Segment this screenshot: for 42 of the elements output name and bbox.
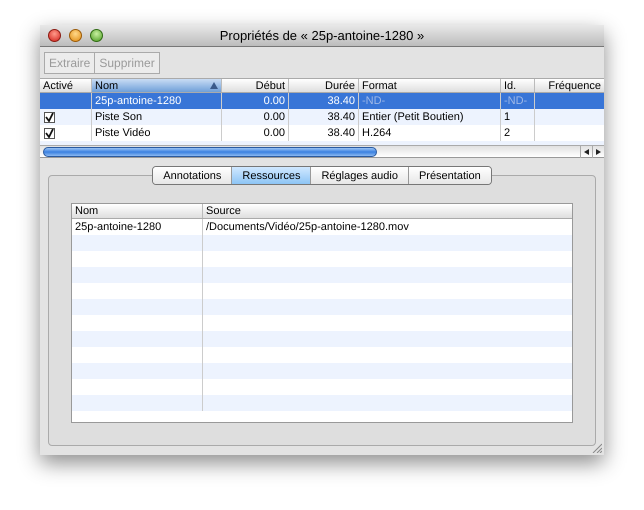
table-cell: 0.00 [264, 111, 285, 123]
table-cell: Piste Son [95, 111, 142, 123]
table-cell: /Documents/Vidéo/25p-antoine-1280.mov [206, 221, 409, 233]
table-cell: 2 [504, 127, 510, 139]
table-cell: -ND- [504, 95, 528, 107]
table-cell: 25p-antoine-1280 [95, 95, 182, 107]
horizontal-scrollbar[interactable] [40, 145, 604, 157]
tab[interactable]: Annotations [153, 167, 232, 184]
checkbox[interactable] [44, 112, 55, 122]
tab[interactable]: Ressources [231, 167, 310, 184]
table-row[interactable]: Piste Son 0.00 38.40 Entier (Petit Boutien) 1 [40, 109, 604, 125]
table-cell: Entier (Petit Boutien) [362, 111, 464, 123]
column-header[interactable]: Format [359, 79, 501, 92]
column-header[interactable]: Début [222, 79, 289, 92]
column-header[interactable]: Nom [92, 79, 222, 92]
window-title: Propriétés de « 25p-antoine-1280 » [218, 26, 426, 45]
tab[interactable]: Présentation [408, 167, 491, 184]
table-cell: 1 [504, 111, 510, 123]
table-cell: 38.40 [327, 95, 355, 107]
table-cell: Piste Vidéo [95, 127, 150, 139]
column-header[interactable]: Fréquence [535, 79, 604, 92]
column-header[interactable]: Nom [72, 204, 203, 218]
table-cell: 25p-antoine-1280 [75, 221, 162, 233]
table-cell: H.264 [362, 127, 392, 139]
scrollbar-thumb[interactable] [43, 146, 377, 156]
table-cell: 38.40 [327, 111, 355, 123]
table-cell: 0.00 [264, 95, 285, 107]
close-button[interactable] [48, 29, 61, 42]
column-header[interactable]: Id. [501, 79, 535, 92]
zoom-button[interactable] [90, 29, 103, 42]
checkbox[interactable] [44, 128, 55, 138]
column-header[interactable]: Durée [289, 79, 359, 92]
column-header[interactable]: Source [203, 204, 572, 218]
minimize-button[interactable] [69, 29, 82, 42]
resize-grip-icon[interactable] [592, 443, 602, 453]
table-cell: 0.00 [264, 127, 285, 139]
table-cell: 38.40 [327, 127, 355, 139]
table-cell: -ND- [362, 95, 386, 107]
tab[interactable]: Réglages audio [310, 167, 408, 184]
table-row[interactable]: 25p-antoine-1280 0.00 38.40 -ND- -ND- [40, 93, 604, 109]
scroll-left-icon[interactable] [580, 146, 592, 158]
sort-arrow-icon [210, 82, 218, 89]
